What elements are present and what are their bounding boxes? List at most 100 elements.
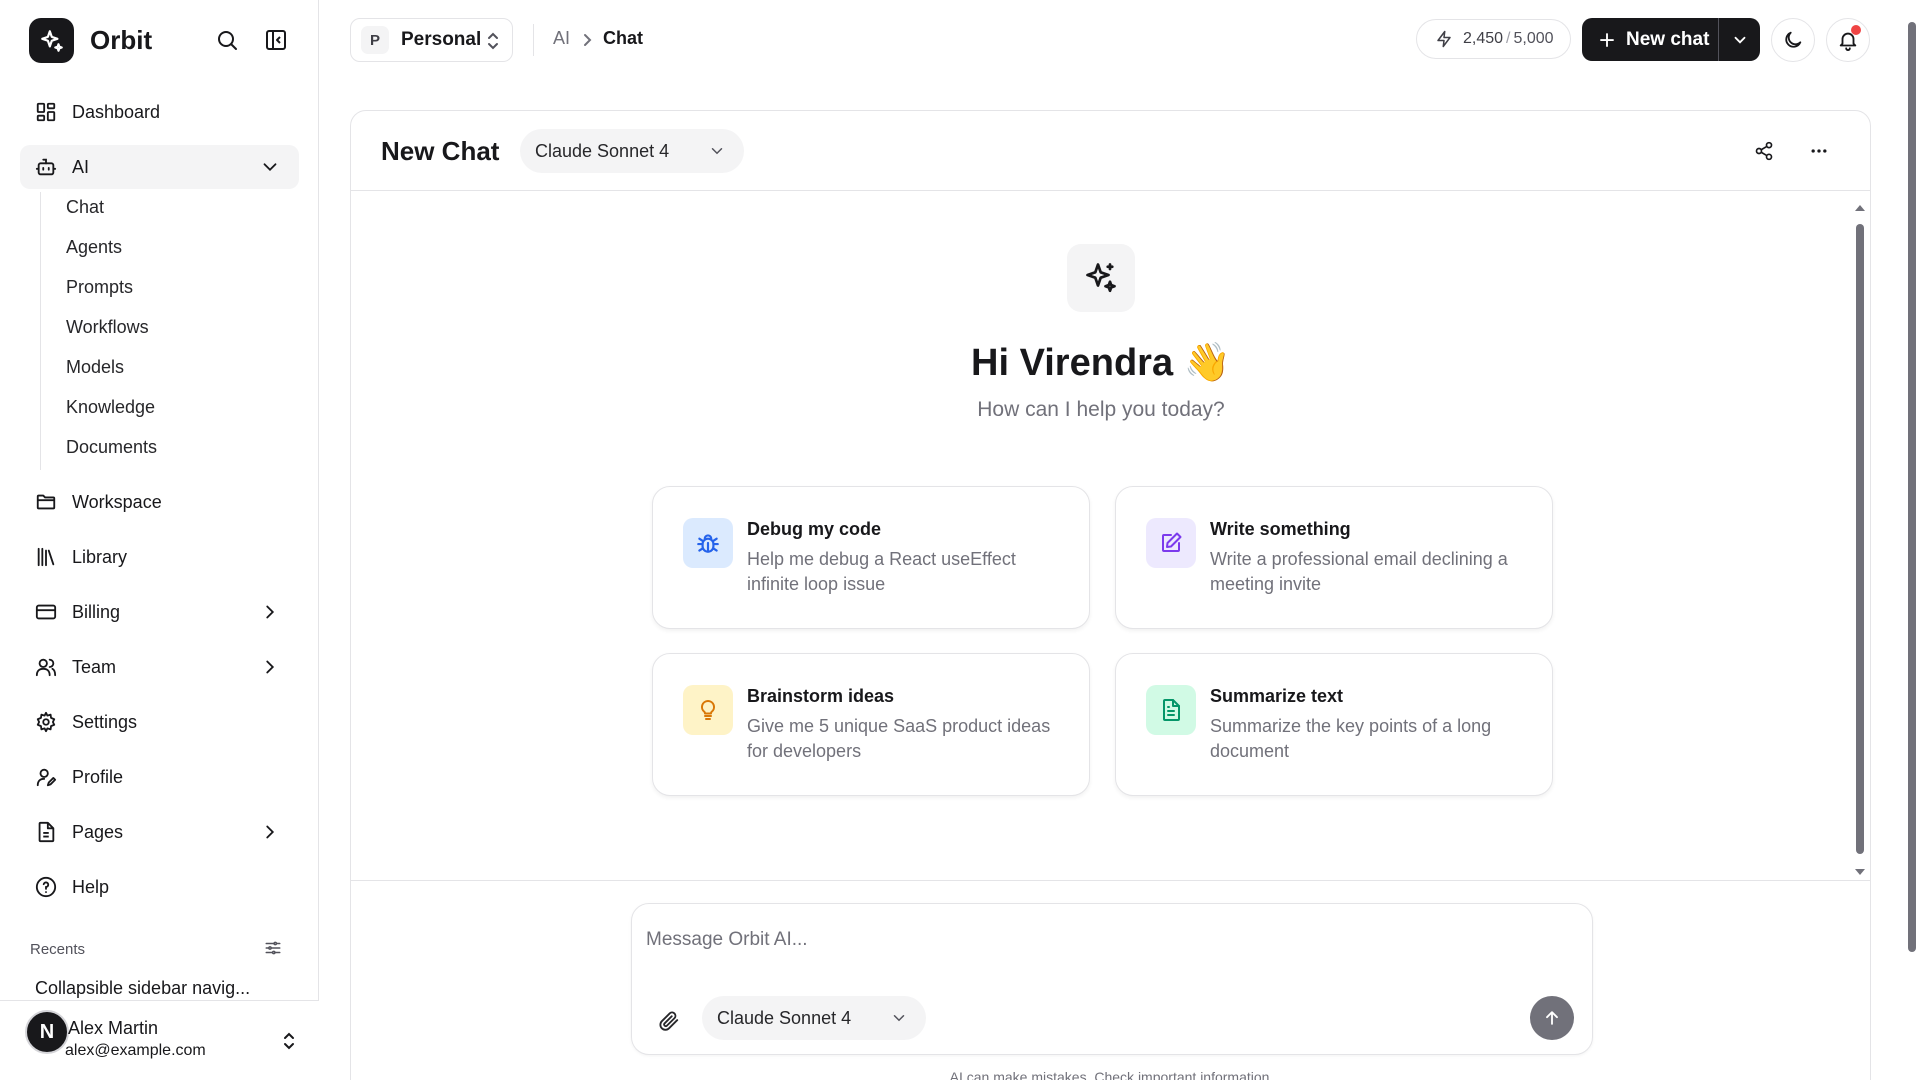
sidebar-item-settings[interactable]: Settings bbox=[20, 700, 299, 744]
recents-label: Recents bbox=[30, 941, 86, 958]
sidebar-item-profile[interactable]: Profile bbox=[20, 755, 299, 799]
user-email: alex@example.com bbox=[65, 1042, 206, 1059]
chat-scrollbar[interactable] bbox=[1853, 204, 1867, 879]
sidebar-item-dashboard[interactable]: Dashboard bbox=[20, 90, 299, 134]
sparkles-icon bbox=[1067, 244, 1135, 312]
workspace-badge: P bbox=[361, 26, 389, 54]
brand[interactable]: Orbit bbox=[29, 18, 152, 63]
sidebar-item-label: AI bbox=[72, 156, 90, 177]
bug-icon bbox=[683, 518, 733, 568]
breadcrumb-chat: Chat bbox=[603, 28, 643, 48]
zap-icon bbox=[1435, 30, 1453, 48]
card-description: Summarize the key points of a long docum… bbox=[1210, 716, 1492, 761]
sidebar-subitem-knowledge[interactable]: Knowledge bbox=[66, 392, 155, 422]
card-title: Summarize text bbox=[1210, 686, 1344, 706]
sidebar-item-library[interactable]: Library bbox=[20, 535, 299, 579]
suggestion-card-summarize[interactable]: Summarize text Summarize the key points … bbox=[1115, 653, 1553, 796]
chevron-right-icon bbox=[580, 32, 594, 48]
credits-separator: / bbox=[1506, 30, 1511, 47]
ai-subnav: Chat Agents Prompts Workflows Models Kno… bbox=[40, 192, 280, 470]
card-description: Write a professional email declining a m… bbox=[1210, 549, 1508, 594]
user-pen-icon bbox=[34, 765, 58, 789]
scroll-thumb[interactable] bbox=[1856, 224, 1864, 854]
sidebar-item-billing[interactable]: Billing bbox=[20, 590, 299, 634]
arrow-up-icon bbox=[1546, 1011, 1558, 1025]
chevron-down-icon bbox=[708, 142, 726, 160]
new-chat-dropdown[interactable] bbox=[1719, 18, 1760, 61]
suggestion-card-write[interactable]: Write something Write a professional ema… bbox=[1115, 486, 1553, 629]
suggestion-card-debug[interactable]: Debug my code Help me debug a React useE… bbox=[652, 486, 1090, 629]
chevrons-up-down-icon bbox=[486, 31, 500, 51]
new-chat-button[interactable]: New chat bbox=[1582, 18, 1718, 61]
disclaimer: AI can make mistakes. Check important in… bbox=[949, 1069, 1274, 1080]
sidebar-item-team[interactable]: Team bbox=[20, 645, 299, 689]
paperclip-icon[interactable] bbox=[656, 1008, 682, 1034]
collapse-sidebar-icon[interactable] bbox=[262, 26, 290, 54]
sidebar-subitem-prompts[interactable]: Prompts bbox=[66, 272, 133, 302]
credits-used: 2,450 bbox=[1463, 30, 1504, 47]
plus-icon bbox=[1598, 31, 1616, 49]
message-input[interactable] bbox=[646, 924, 1546, 956]
moon-icon bbox=[1785, 31, 1802, 48]
sidebar-subitem-workflows[interactable]: Workflows bbox=[66, 312, 149, 342]
sidebar-item-label: Library bbox=[72, 546, 128, 567]
sidebar-item-label: Settings bbox=[72, 711, 138, 732]
sidebar-subitem-agents[interactable]: Agents bbox=[66, 232, 122, 262]
sidebar-item-ai[interactable]: AI bbox=[20, 145, 299, 189]
send-button[interactable] bbox=[1530, 996, 1574, 1040]
sidebar-item-workspace[interactable]: Workspace bbox=[20, 480, 299, 524]
theme-toggle-button[interactable] bbox=[1771, 18, 1815, 62]
sidebar-item-help[interactable]: Help bbox=[20, 865, 299, 909]
chat-panel: New Chat Claude Sonnet 4 Hi Virendra 👋 H… bbox=[350, 110, 1871, 1080]
sidebar-subitem-chat[interactable]: Chat bbox=[66, 192, 104, 222]
new-chat-label: New chat bbox=[1626, 28, 1710, 50]
subgreeting: How can I help you today? bbox=[977, 398, 1225, 421]
chevron-right-icon bbox=[259, 601, 281, 623]
users-icon bbox=[34, 655, 58, 679]
sidebar-item-label: Workspace bbox=[72, 491, 162, 512]
suggestion-card-brainstorm[interactable]: Brainstorm ideas Give me 5 unique SaaS p… bbox=[652, 653, 1090, 796]
chevron-right-icon bbox=[259, 821, 281, 843]
avatar: N bbox=[25, 1010, 69, 1054]
sidebar: Orbit Dashboard AI Workspace Library Bil… bbox=[0, 0, 319, 1080]
more-icon[interactable] bbox=[1808, 140, 1830, 162]
composer-model-selector[interactable]: Claude Sonnet 4 bbox=[702, 996, 926, 1040]
composer-model-value: Claude Sonnet 4 bbox=[717, 1007, 852, 1028]
chat-messages[interactable]: Hi Virendra 👋 How can I help you today? … bbox=[351, 192, 1870, 881]
notification-dot bbox=[1851, 25, 1861, 35]
document-icon bbox=[1146, 685, 1196, 735]
sidebar-item-label: Dashboard bbox=[72, 101, 161, 122]
greeting-text: Hi Virendra bbox=[971, 342, 1174, 384]
filter-icon[interactable] bbox=[264, 939, 284, 959]
model-selector-value: Claude Sonnet 4 bbox=[535, 140, 670, 161]
page-scroll-thumb[interactable] bbox=[1908, 22, 1916, 952]
credit-card-icon bbox=[34, 600, 58, 624]
sidebar-subitem-models[interactable]: Models bbox=[66, 352, 124, 382]
workspace-switcher[interactable]: P Personal bbox=[350, 18, 513, 62]
credits-badge[interactable]: 2,450/5,000 bbox=[1416, 19, 1571, 59]
sidebar-item-label: Pages bbox=[72, 821, 124, 842]
user-name: Alex Martin bbox=[68, 1018, 159, 1038]
scroll-down-arrow bbox=[1855, 869, 1865, 875]
message-composer: Claude Sonnet 4 bbox=[631, 903, 1593, 1055]
sidebar-item-label: Team bbox=[72, 656, 117, 677]
sidebar-subitem-documents[interactable]: Documents bbox=[66, 432, 157, 462]
scroll-up-arrow bbox=[1855, 205, 1865, 211]
folder-icon bbox=[34, 490, 58, 514]
sidebar-item-pages[interactable]: Pages bbox=[20, 810, 299, 854]
recent-chat-item[interactable]: Collapsible sidebar navig... bbox=[35, 978, 250, 999]
search-icon[interactable] bbox=[213, 26, 241, 54]
notifications-button[interactable] bbox=[1826, 18, 1870, 62]
chevron-down-icon bbox=[890, 1009, 908, 1027]
library-icon bbox=[34, 545, 58, 569]
page-title: New Chat bbox=[381, 136, 500, 166]
page-scrollbar[interactable] bbox=[1904, 0, 1920, 1080]
chevrons-up-down-icon[interactable] bbox=[280, 1030, 298, 1052]
sidebar-item-label: Billing bbox=[72, 601, 121, 622]
model-selector[interactable]: Claude Sonnet 4 bbox=[520, 129, 744, 173]
brand-name: Orbit bbox=[90, 25, 153, 55]
share-icon[interactable] bbox=[1753, 140, 1775, 162]
breadcrumb-ai[interactable]: AI bbox=[553, 28, 570, 49]
card-title: Debug my code bbox=[747, 519, 882, 539]
help-icon bbox=[34, 875, 58, 899]
